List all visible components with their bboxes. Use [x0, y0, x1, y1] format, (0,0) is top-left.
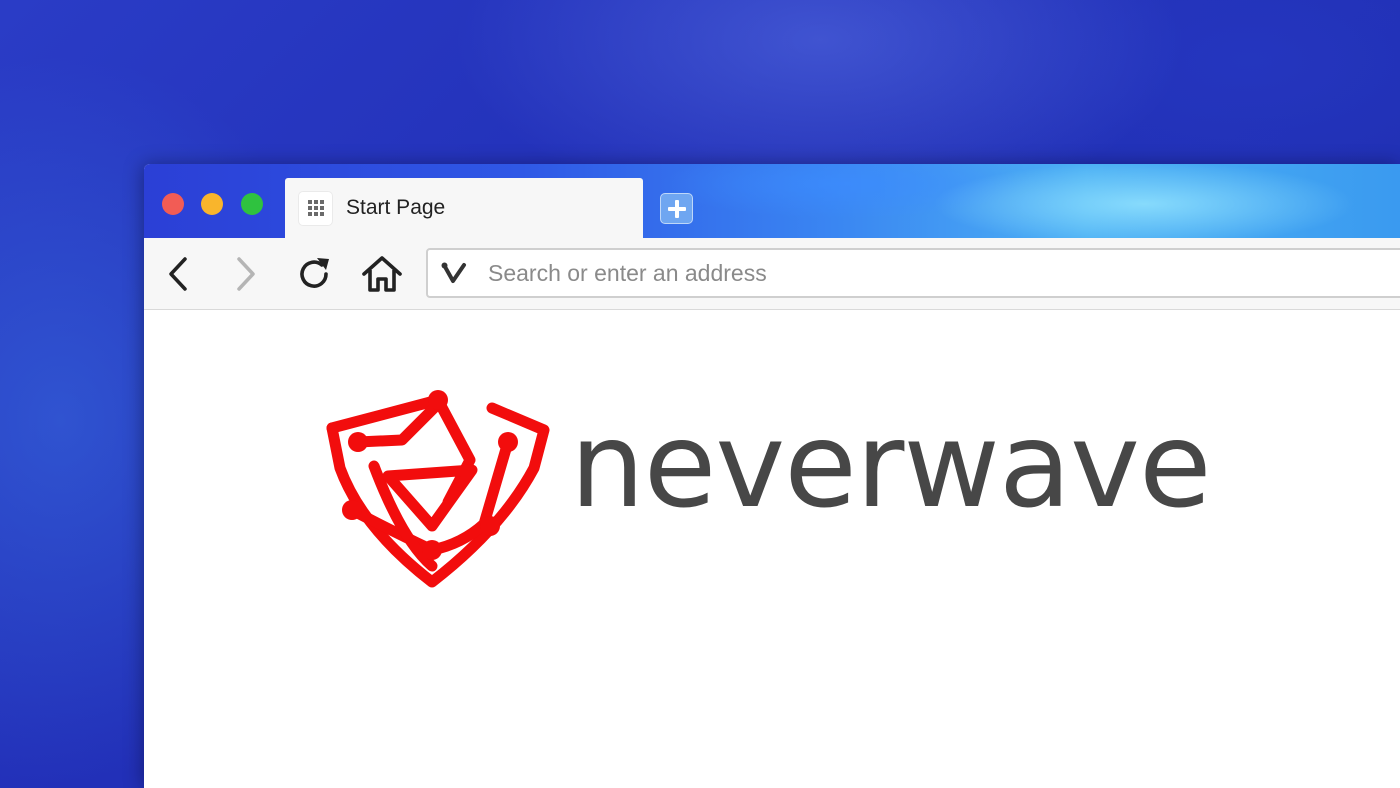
- address-bar[interactable]: [426, 248, 1400, 298]
- tab-title: Start Page: [346, 196, 446, 219]
- maximize-window-button[interactable]: [241, 193, 263, 215]
- vivaldi-icon: [440, 259, 468, 287]
- start-page-content: neverwave: [144, 310, 1400, 788]
- title-bar: Start Page: [144, 164, 1400, 238]
- reload-icon: [300, 258, 329, 288]
- home-icon: [362, 256, 402, 292]
- chevron-left-icon: [169, 257, 187, 291]
- chevron-right-icon: [237, 257, 255, 291]
- brand-wordmark: neverwave: [570, 396, 1212, 534]
- neverwave-shield-icon: [326, 390, 550, 588]
- grid-icon: [299, 191, 332, 225]
- new-tab-button[interactable]: [660, 193, 693, 224]
- forward-button[interactable]: [224, 252, 268, 296]
- home-button[interactable]: [360, 252, 404, 296]
- reload-button[interactable]: [292, 252, 336, 296]
- plus-icon: [667, 199, 686, 218]
- tab-start-page[interactable]: Start Page: [285, 178, 643, 238]
- navigation-toolbar: [144, 238, 1400, 310]
- minimize-window-button[interactable]: [201, 193, 223, 215]
- address-input[interactable]: [488, 259, 1208, 287]
- close-window-button[interactable]: [162, 193, 184, 215]
- browser-window: Start Page Search or enter an address ne…: [144, 164, 1400, 788]
- back-button[interactable]: [156, 252, 200, 296]
